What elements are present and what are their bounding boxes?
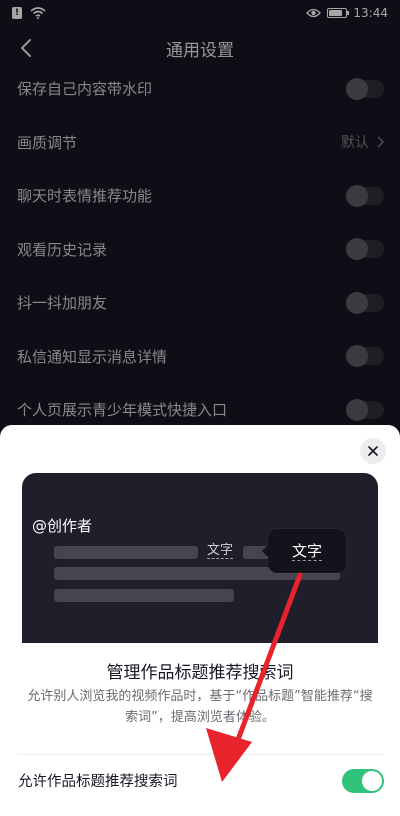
preview-creator-name: @创作者 (32, 517, 93, 535)
sheet-title: 管理作品标题推荐搜索词 (106, 663, 294, 683)
divider (18, 754, 384, 755)
preview-bar (54, 546, 198, 559)
allow-recommend-label: 允许作品标题推荐搜索词 (18, 774, 178, 790)
preview-tooltip: 文字 (262, 529, 346, 573)
close-button[interactable] (360, 438, 386, 464)
preview-tooltip-word: 文字 (291, 541, 322, 561)
preview-inline-word: 文字 (207, 543, 234, 559)
sheet-description: 允许别人浏览我的视频作品时，基于“作品标题”智能推荐“搜索词”，提高浏览者体验。 (27, 689, 373, 725)
bottom-sheet: @创作者 文字 文字 管理作品标题推荐搜索词 允许别人浏览我的视频作品时，基于“… (0, 425, 400, 816)
toggle-knob (362, 771, 382, 791)
close-icon (368, 446, 378, 456)
preview-bar (54, 589, 234, 602)
allow-recommend-toggle[interactable] (342, 769, 384, 793)
